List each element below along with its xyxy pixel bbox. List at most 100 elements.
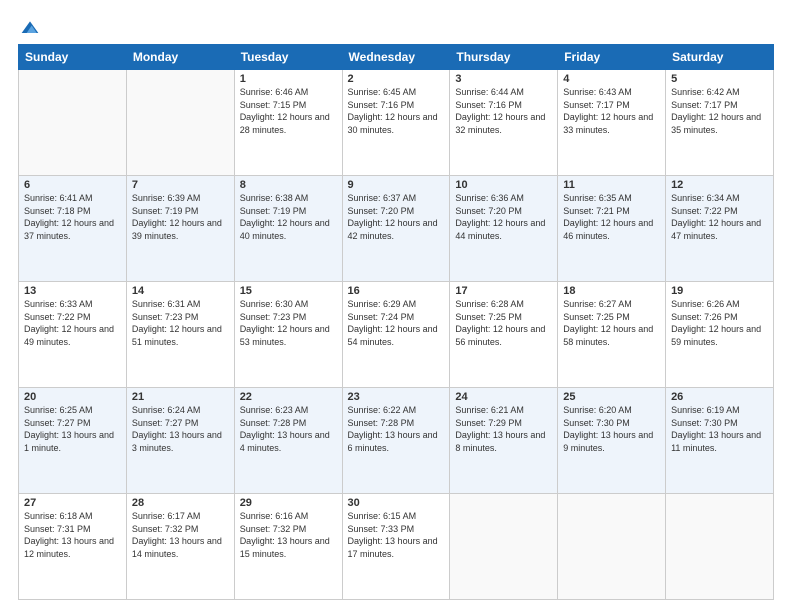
- column-header-monday: Monday: [126, 45, 234, 70]
- calendar-cell: 7Sunrise: 6:39 AM Sunset: 7:19 PM Daylig…: [126, 176, 234, 282]
- calendar-cell: 3Sunrise: 6:44 AM Sunset: 7:16 PM Daylig…: [450, 70, 558, 176]
- calendar-cell: 23Sunrise: 6:22 AM Sunset: 7:28 PM Dayli…: [342, 388, 450, 494]
- calendar-cell: 6Sunrise: 6:41 AM Sunset: 7:18 PM Daylig…: [19, 176, 127, 282]
- calendar-cell: 26Sunrise: 6:19 AM Sunset: 7:30 PM Dayli…: [666, 388, 774, 494]
- day-number: 10: [455, 179, 552, 191]
- day-number: 30: [348, 497, 445, 509]
- day-info: Sunrise: 6:43 AM Sunset: 7:17 PM Dayligh…: [563, 86, 660, 136]
- day-number: 2: [348, 73, 445, 85]
- day-info: Sunrise: 6:28 AM Sunset: 7:25 PM Dayligh…: [455, 298, 552, 348]
- day-number: 18: [563, 285, 660, 297]
- day-number: 21: [132, 391, 229, 403]
- day-number: 15: [240, 285, 337, 297]
- calendar-cell: [450, 494, 558, 600]
- day-info: Sunrise: 6:26 AM Sunset: 7:26 PM Dayligh…: [671, 298, 768, 348]
- day-info: Sunrise: 6:21 AM Sunset: 7:29 PM Dayligh…: [455, 404, 552, 454]
- calendar-cell: [558, 494, 666, 600]
- calendar-cell: 27Sunrise: 6:18 AM Sunset: 7:31 PM Dayli…: [19, 494, 127, 600]
- calendar-cell: 8Sunrise: 6:38 AM Sunset: 7:19 PM Daylig…: [234, 176, 342, 282]
- day-info: Sunrise: 6:37 AM Sunset: 7:20 PM Dayligh…: [348, 192, 445, 242]
- calendar-week-row: 27Sunrise: 6:18 AM Sunset: 7:31 PM Dayli…: [19, 494, 774, 600]
- calendar-cell: 19Sunrise: 6:26 AM Sunset: 7:26 PM Dayli…: [666, 282, 774, 388]
- calendar-cell: 20Sunrise: 6:25 AM Sunset: 7:27 PM Dayli…: [19, 388, 127, 494]
- day-number: 5: [671, 73, 768, 85]
- day-info: Sunrise: 6:41 AM Sunset: 7:18 PM Dayligh…: [24, 192, 121, 242]
- calendar-cell: 1Sunrise: 6:46 AM Sunset: 7:15 PM Daylig…: [234, 70, 342, 176]
- day-info: Sunrise: 6:25 AM Sunset: 7:27 PM Dayligh…: [24, 404, 121, 454]
- logo: [18, 18, 40, 34]
- day-number: 12: [671, 179, 768, 191]
- day-info: Sunrise: 6:44 AM Sunset: 7:16 PM Dayligh…: [455, 86, 552, 136]
- day-number: 23: [348, 391, 445, 403]
- calendar-cell: 16Sunrise: 6:29 AM Sunset: 7:24 PM Dayli…: [342, 282, 450, 388]
- calendar-cell: 29Sunrise: 6:16 AM Sunset: 7:32 PM Dayli…: [234, 494, 342, 600]
- day-info: Sunrise: 6:34 AM Sunset: 7:22 PM Dayligh…: [671, 192, 768, 242]
- day-number: 27: [24, 497, 121, 509]
- day-info: Sunrise: 6:18 AM Sunset: 7:31 PM Dayligh…: [24, 510, 121, 560]
- day-number: 9: [348, 179, 445, 191]
- day-number: 11: [563, 179, 660, 191]
- day-info: Sunrise: 6:33 AM Sunset: 7:22 PM Dayligh…: [24, 298, 121, 348]
- calendar-cell: 21Sunrise: 6:24 AM Sunset: 7:27 PM Dayli…: [126, 388, 234, 494]
- calendar-week-row: 6Sunrise: 6:41 AM Sunset: 7:18 PM Daylig…: [19, 176, 774, 282]
- day-info: Sunrise: 6:39 AM Sunset: 7:19 PM Dayligh…: [132, 192, 229, 242]
- day-number: 16: [348, 285, 445, 297]
- day-info: Sunrise: 6:31 AM Sunset: 7:23 PM Dayligh…: [132, 298, 229, 348]
- calendar-cell: 12Sunrise: 6:34 AM Sunset: 7:22 PM Dayli…: [666, 176, 774, 282]
- header: [18, 18, 774, 34]
- calendar-cell: 5Sunrise: 6:42 AM Sunset: 7:17 PM Daylig…: [666, 70, 774, 176]
- column-header-wednesday: Wednesday: [342, 45, 450, 70]
- calendar-cell: 10Sunrise: 6:36 AM Sunset: 7:20 PM Dayli…: [450, 176, 558, 282]
- calendar-cell: [126, 70, 234, 176]
- calendar-cell: 17Sunrise: 6:28 AM Sunset: 7:25 PM Dayli…: [450, 282, 558, 388]
- day-number: 22: [240, 391, 337, 403]
- calendar-cell: 24Sunrise: 6:21 AM Sunset: 7:29 PM Dayli…: [450, 388, 558, 494]
- day-number: 13: [24, 285, 121, 297]
- day-number: 8: [240, 179, 337, 191]
- calendar-cell: 28Sunrise: 6:17 AM Sunset: 7:32 PM Dayli…: [126, 494, 234, 600]
- day-number: 1: [240, 73, 337, 85]
- calendar-header-row: SundayMondayTuesdayWednesdayThursdayFrid…: [19, 45, 774, 70]
- calendar-cell: 30Sunrise: 6:15 AM Sunset: 7:33 PM Dayli…: [342, 494, 450, 600]
- day-info: Sunrise: 6:15 AM Sunset: 7:33 PM Dayligh…: [348, 510, 445, 560]
- column-header-saturday: Saturday: [666, 45, 774, 70]
- calendar-cell: 15Sunrise: 6:30 AM Sunset: 7:23 PM Dayli…: [234, 282, 342, 388]
- day-number: 29: [240, 497, 337, 509]
- calendar-cell: 2Sunrise: 6:45 AM Sunset: 7:16 PM Daylig…: [342, 70, 450, 176]
- day-info: Sunrise: 6:42 AM Sunset: 7:17 PM Dayligh…: [671, 86, 768, 136]
- calendar-week-row: 1Sunrise: 6:46 AM Sunset: 7:15 PM Daylig…: [19, 70, 774, 176]
- calendar-cell: 14Sunrise: 6:31 AM Sunset: 7:23 PM Dayli…: [126, 282, 234, 388]
- day-number: 3: [455, 73, 552, 85]
- calendar-cell: 22Sunrise: 6:23 AM Sunset: 7:28 PM Dayli…: [234, 388, 342, 494]
- day-number: 4: [563, 73, 660, 85]
- day-info: Sunrise: 6:16 AM Sunset: 7:32 PM Dayligh…: [240, 510, 337, 560]
- day-number: 6: [24, 179, 121, 191]
- day-info: Sunrise: 6:30 AM Sunset: 7:23 PM Dayligh…: [240, 298, 337, 348]
- day-info: Sunrise: 6:45 AM Sunset: 7:16 PM Dayligh…: [348, 86, 445, 136]
- day-number: 19: [671, 285, 768, 297]
- day-info: Sunrise: 6:22 AM Sunset: 7:28 PM Dayligh…: [348, 404, 445, 454]
- calendar-cell: 18Sunrise: 6:27 AM Sunset: 7:25 PM Dayli…: [558, 282, 666, 388]
- day-info: Sunrise: 6:29 AM Sunset: 7:24 PM Dayligh…: [348, 298, 445, 348]
- calendar-cell: 25Sunrise: 6:20 AM Sunset: 7:30 PM Dayli…: [558, 388, 666, 494]
- day-info: Sunrise: 6:20 AM Sunset: 7:30 PM Dayligh…: [563, 404, 660, 454]
- page: SundayMondayTuesdayWednesdayThursdayFrid…: [0, 0, 792, 612]
- day-info: Sunrise: 6:27 AM Sunset: 7:25 PM Dayligh…: [563, 298, 660, 348]
- day-number: 28: [132, 497, 229, 509]
- calendar-cell: 4Sunrise: 6:43 AM Sunset: 7:17 PM Daylig…: [558, 70, 666, 176]
- day-info: Sunrise: 6:38 AM Sunset: 7:19 PM Dayligh…: [240, 192, 337, 242]
- calendar-cell: 9Sunrise: 6:37 AM Sunset: 7:20 PM Daylig…: [342, 176, 450, 282]
- calendar-cell: [19, 70, 127, 176]
- day-info: Sunrise: 6:24 AM Sunset: 7:27 PM Dayligh…: [132, 404, 229, 454]
- day-info: Sunrise: 6:36 AM Sunset: 7:20 PM Dayligh…: [455, 192, 552, 242]
- day-info: Sunrise: 6:35 AM Sunset: 7:21 PM Dayligh…: [563, 192, 660, 242]
- calendar-cell: [666, 494, 774, 600]
- day-number: 25: [563, 391, 660, 403]
- day-info: Sunrise: 6:46 AM Sunset: 7:15 PM Dayligh…: [240, 86, 337, 136]
- day-number: 7: [132, 179, 229, 191]
- day-info: Sunrise: 6:19 AM Sunset: 7:30 PM Dayligh…: [671, 404, 768, 454]
- column-header-friday: Friday: [558, 45, 666, 70]
- day-number: 26: [671, 391, 768, 403]
- day-info: Sunrise: 6:17 AM Sunset: 7:32 PM Dayligh…: [132, 510, 229, 560]
- day-number: 24: [455, 391, 552, 403]
